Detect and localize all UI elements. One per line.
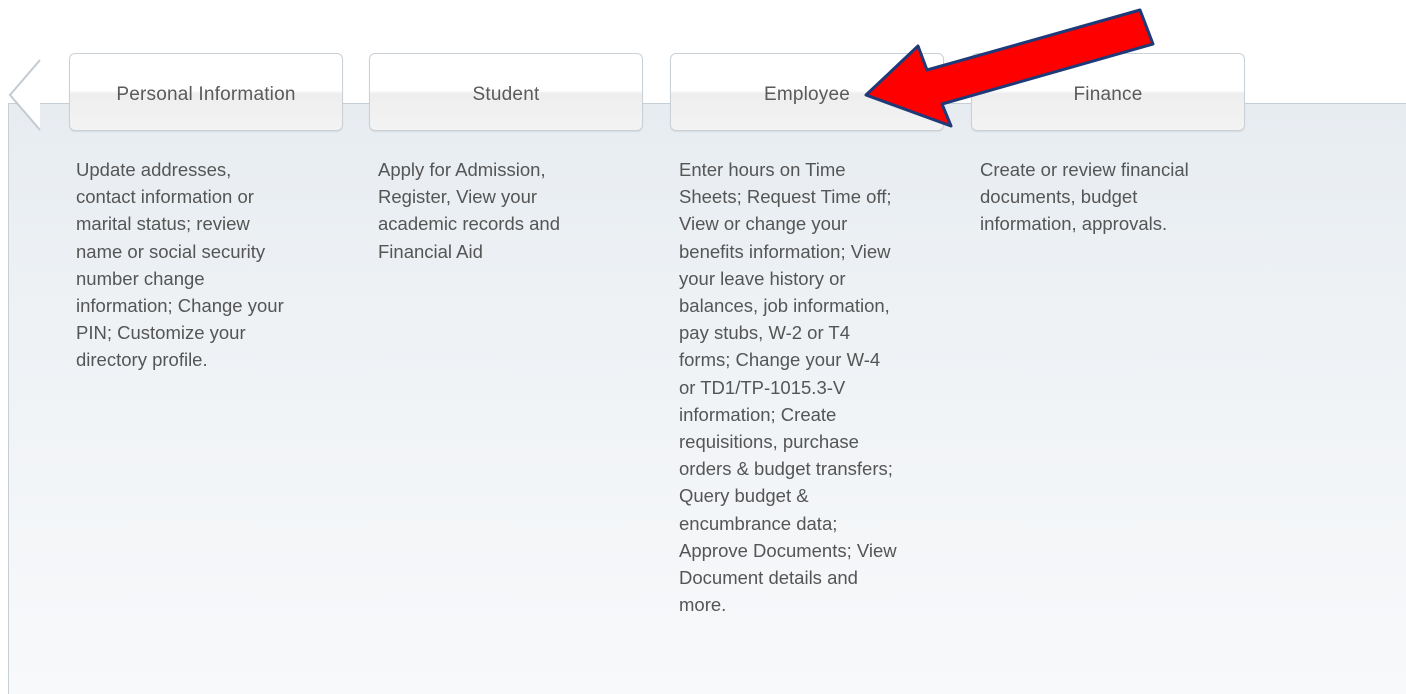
tab-label: Finance <box>1073 84 1143 105</box>
tab-label: Employee <box>763 84 851 105</box>
app-root: Personal Information Student Employee Fi… <box>0 0 1406 694</box>
tab-label: Student <box>472 84 540 105</box>
tab-employee[interactable]: Employee <box>670 53 944 131</box>
tab-label: Personal Information <box>116 84 296 105</box>
tab-student[interactable]: Student <box>369 53 643 131</box>
tab-finance[interactable]: Finance <box>971 53 1245 131</box>
finance-description: Create or review financial documents, bu… <box>980 159 1189 235</box>
tab-personal-information[interactable]: Personal Information <box>69 53 343 131</box>
employee-description: Enter hours on Time Sheets; Request Time… <box>679 159 897 616</box>
personal-information-description: Update addresses, contact information or… <box>76 159 284 371</box>
student-description: Apply for Admission, Register, View your… <box>378 159 561 262</box>
chevron-left-icon[interactable] <box>6 58 46 132</box>
